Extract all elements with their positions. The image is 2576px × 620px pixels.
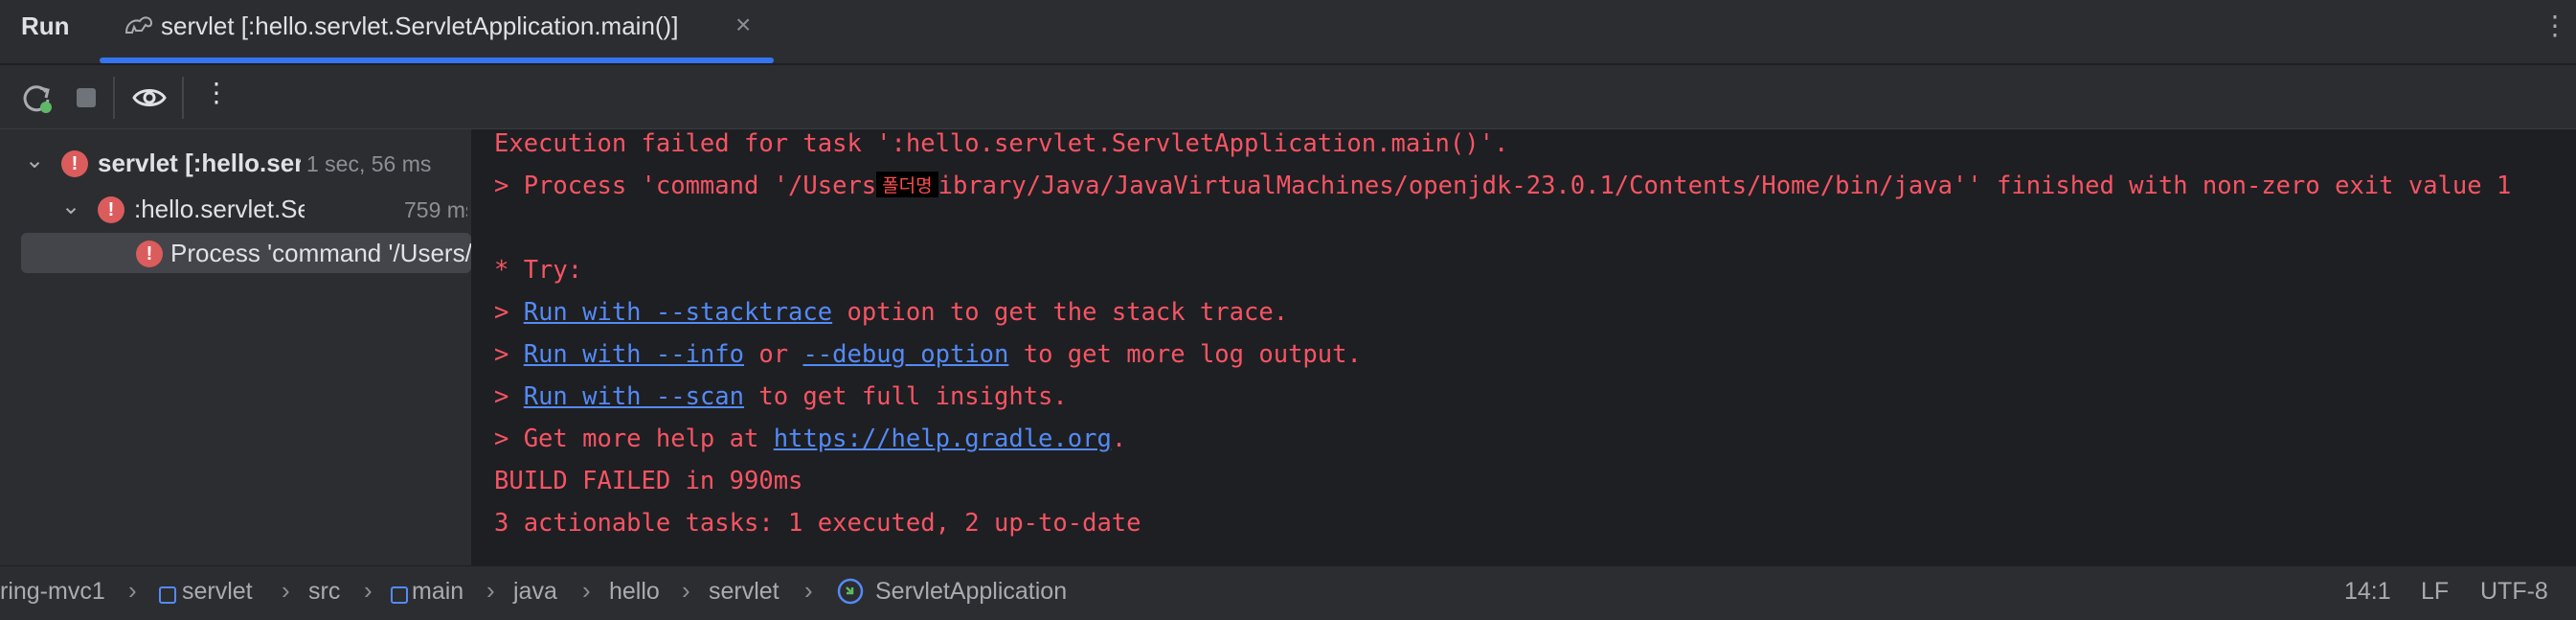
console-line: 3 actionable tasks: 1 executed, 2 up-to-… — [494, 509, 1141, 538]
module-icon — [391, 586, 408, 604]
line-ending[interactable]: LF — [2421, 578, 2449, 606]
status-bar: ring-mvc1 › servlet › src › main › java … — [0, 565, 2576, 620]
toolbar-divider — [113, 77, 115, 119]
console-line: BUILD FAILED in 990ms — [494, 467, 803, 495]
breadcrumb-java[interactable]: java — [513, 578, 557, 606]
tree-item-task[interactable]: ⌄ ! :hello.servlet.ServletApplication.ma… — [19, 189, 467, 229]
breadcrumb-class[interactable]: ServletApplication — [875, 578, 1067, 606]
eye-icon[interactable] — [130, 79, 169, 117]
error-icon: ! — [61, 150, 88, 177]
breadcrumb-separator: › — [364, 576, 373, 605]
console-line: * Try: — [494, 256, 583, 285]
chevron-down-icon[interactable]: ⌄ — [61, 193, 80, 220]
breadcrumb-separator: › — [486, 576, 495, 605]
tree-item-process[interactable]: ! Process 'command '/Users/ — [21, 233, 471, 273]
tree-item-duration: 759 ms — [404, 197, 467, 222]
scan-link[interactable]: Run with --scan — [524, 382, 744, 411]
tree-item-root[interactable]: ⌄ ! servlet [:hello.servlet.ServletAppli… — [19, 143, 467, 183]
more-options-icon[interactable]: ⋮ — [2542, 10, 2568, 41]
run-toolbar: ⋮ — [0, 65, 2576, 129]
tab-label: servlet [:hello.servlet.ServletApplicati… — [161, 11, 679, 40]
debug-link[interactable]: --debug option — [802, 340, 1008, 369]
console-line: > Run with --stacktrace option to get th… — [494, 298, 1289, 327]
redacted-text: 폴더명 — [876, 172, 938, 197]
error-icon: ! — [98, 196, 124, 223]
breadcrumb-hello[interactable]: hello — [609, 578, 660, 606]
rerun-icon[interactable] — [17, 79, 56, 117]
breadcrumb-separator: › — [682, 576, 690, 605]
console-line: > Get more help at https://help.gradle.o… — [494, 425, 1127, 453]
breadcrumb-src[interactable]: src — [308, 578, 340, 606]
breadcrumb-servlet[interactable]: servlet — [709, 578, 780, 606]
error-icon: ! — [136, 241, 163, 267]
console-line: > Run with --scan to get full insights. — [494, 382, 1068, 411]
console-output[interactable]: Execution failed for task ':hello.servle… — [473, 129, 2576, 565]
tab-servlet-run[interactable]: servlet [:hello.servlet.ServletApplicati… — [100, 0, 774, 63]
breadcrumb-main[interactable]: main — [412, 578, 463, 606]
file-encoding[interactable]: UTF-8 — [2480, 578, 2548, 606]
stacktrace-link[interactable]: Run with --stacktrace — [524, 298, 832, 327]
tree-item-label: :hello.servlet.ServletApplication.main() — [134, 195, 305, 223]
run-tree-panel: ⌄ ! servlet [:hello.servlet.ServletAppli… — [0, 129, 473, 565]
breadcrumb-module[interactable]: servlet — [182, 578, 253, 606]
spring-boot-class-icon — [837, 578, 864, 605]
more-options-icon[interactable]: ⋮ — [203, 77, 230, 108]
console-line: > Process 'command '/Users 폴더명 ibrary/Java… — [494, 172, 2512, 200]
gradle-help-link[interactable]: https://help.gradle.org — [774, 425, 1112, 453]
stop-icon[interactable] — [67, 79, 105, 117]
breadcrumb-separator: › — [128, 576, 137, 605]
gradle-icon — [124, 16, 153, 34]
info-link[interactable]: Run with --info — [524, 340, 744, 369]
breadcrumb-project[interactable]: ring-mvc1 — [0, 578, 105, 606]
tree-item-label: Process 'command '/Users/ — [170, 239, 471, 267]
breadcrumb-separator: › — [282, 576, 290, 605]
close-icon[interactable]: × — [735, 10, 751, 40]
tree-item-duration: 1 sec, 56 ms — [306, 151, 432, 176]
caret-position[interactable]: 14:1 — [2344, 578, 2391, 606]
run-tool-window-header: Run servlet [:hello.servlet.ServletAppli… — [0, 0, 2576, 65]
breadcrumb-separator: › — [582, 576, 591, 605]
run-title: Run — [21, 11, 70, 40]
module-icon — [159, 586, 176, 604]
breadcrumb-separator: › — [804, 576, 813, 605]
chevron-down-icon[interactable]: ⌄ — [25, 147, 44, 174]
console-line: > Run with --info or --debug option to g… — [494, 340, 1362, 369]
toolbar-divider — [182, 77, 184, 119]
console-line: Execution failed for task ':hello.servle… — [494, 129, 1509, 158]
active-tab-indicator — [100, 57, 774, 63]
tree-item-label: servlet [:hello.servlet.ServletApplicati… — [98, 149, 301, 177]
